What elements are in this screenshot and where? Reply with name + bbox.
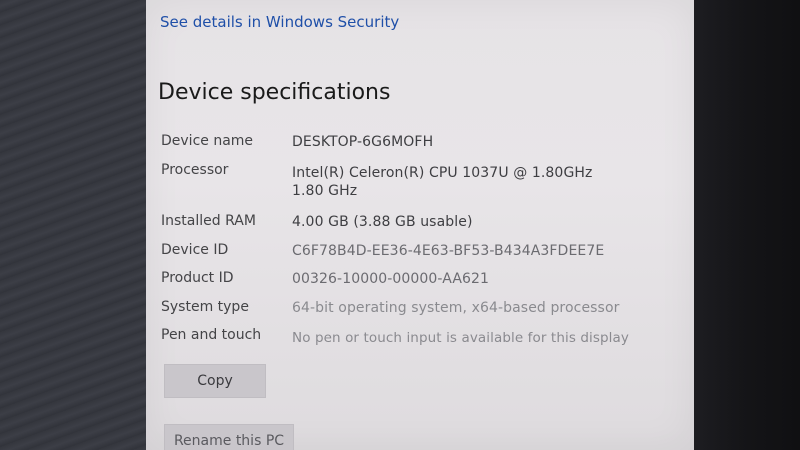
windows-security-link[interactable]: See details in Windows Security [160,13,399,31]
spec-label-pen-touch: Pen and touch [161,327,262,343]
spec-label-system-type: System type [161,299,249,315]
spec-value-installed-ram: 4.00 GB (3.88 GB usable) [292,214,473,230]
spec-value-pen-touch: No pen or touch input is available for t… [292,330,629,346]
settings-about-panel: See details in Windows Security Device s… [146,0,694,450]
spec-label-device-name: Device name [161,133,254,149]
spec-value-processor: Intel(R) Celeron(R) CPU 1037U @ 1.80GHz … [292,165,593,199]
section-title: Device specifications [158,80,391,105]
spec-label-processor: Processor [161,162,229,178]
spec-value-system-type: 64-bit operating system, x64-based proce… [292,300,620,316]
spec-value-product-id: 00326-10000-00000-AA621 [292,271,490,287]
right-bezel [688,0,800,450]
rename-pc-button[interactable]: Rename this PC [164,424,294,450]
spec-label-device-id: Device ID [161,242,229,258]
photo-frame: See details in Windows Security Device s… [0,0,800,450]
copy-button[interactable]: Copy [164,364,266,398]
spec-label-installed-ram: Installed RAM [161,213,256,229]
spec-label-product-id: Product ID [161,270,234,286]
spec-value-device-id: C6F78B4D-EE36-4E63-BF53-B434A3FDEE7E [292,243,605,259]
spec-value-device-name: DESKTOP-6G6MOFH [292,134,434,150]
left-bezel [0,0,150,450]
